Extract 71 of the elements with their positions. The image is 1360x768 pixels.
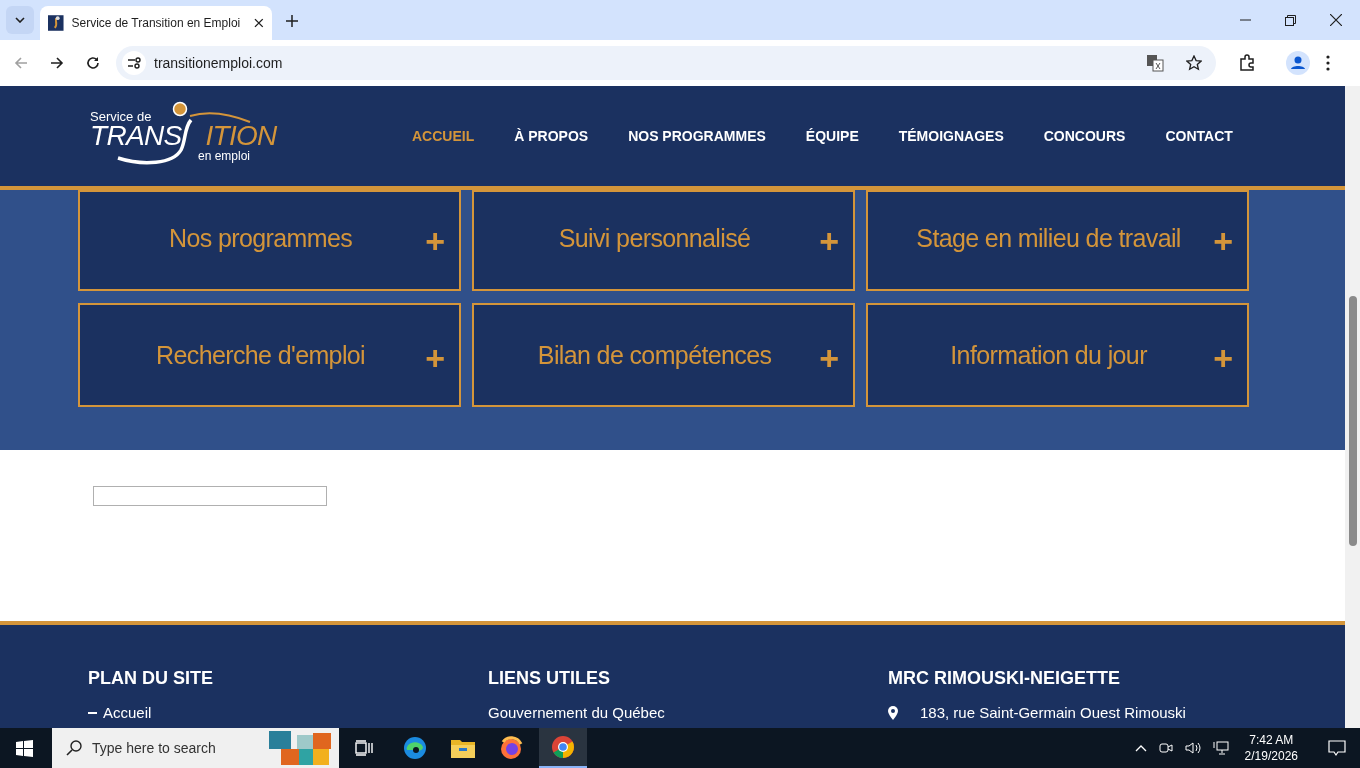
speaker-icon[interactable] xyxy=(1184,741,1201,755)
accordion-card[interactable]: Nos programmes + xyxy=(78,190,461,291)
chevron-up-icon[interactable] xyxy=(1134,744,1147,752)
forward-icon[interactable] xyxy=(50,56,64,70)
tab-title: Service de Transition en Emploi xyxy=(71,15,242,32)
nav-link[interactable]: CONTACT xyxy=(1165,125,1233,147)
restore-icon[interactable] xyxy=(1285,14,1296,26)
chrome-icon xyxy=(551,735,575,759)
site-logo[interactable]: Service de TRANS ITION en emploi xyxy=(88,100,288,172)
extensions-icon[interactable] xyxy=(1238,54,1256,72)
chevron-down-icon xyxy=(15,17,25,23)
close-icon[interactable] xyxy=(254,18,264,28)
back-icon[interactable] xyxy=(14,56,28,70)
folder-icon[interactable] xyxy=(451,738,475,758)
clock[interactable]: 7:42 AM 2/19/2026 xyxy=(1244,732,1298,764)
taskbar-search-field[interactable]: Type here to search xyxy=(52,728,339,768)
search-icon xyxy=(66,740,82,756)
menu-icon[interactable] xyxy=(1326,55,1330,71)
card-title: Bilan de compétences xyxy=(536,340,773,371)
card-title: Recherche d'emploi xyxy=(155,340,367,371)
expand-toggle[interactable]: + xyxy=(819,341,839,375)
expand-toggle[interactable]: + xyxy=(1213,224,1233,258)
edge-browser-icon[interactable] xyxy=(403,736,427,760)
nav-link[interactable]: À PROPOS xyxy=(514,125,589,147)
address-link[interactable]: 183, rue Saint-Germain Ouest Rimouski xyxy=(920,702,1186,725)
accordion-card[interactable]: Stage en milieu de travail + xyxy=(866,190,1249,291)
nav-link[interactable]: ÉQUIPE xyxy=(805,125,859,147)
star-icon[interactable] xyxy=(1186,55,1202,71)
task-view-icon[interactable] xyxy=(355,740,373,756)
accordion-card[interactable]: Information du jour + xyxy=(866,303,1249,407)
puzzle-pieces-icon xyxy=(269,729,331,767)
network-icon[interactable] xyxy=(1212,741,1229,755)
chrome-taskbar-button[interactable] xyxy=(539,728,587,768)
card-title: Suivi personnalisé xyxy=(557,223,752,254)
dash-icon xyxy=(88,712,97,715)
expand-toggle[interactable]: + xyxy=(819,224,839,258)
nav-link[interactable]: TÉMOIGNAGES xyxy=(898,125,1004,147)
url-text: transitionemploi.com xyxy=(154,53,283,73)
new-tab-icon[interactable] xyxy=(286,15,298,27)
accordion-card[interactable]: Recherche d'emploi + xyxy=(78,303,461,407)
accordion-card[interactable]: Suivi personnalisé + xyxy=(472,190,855,291)
expand-toggle[interactable]: + xyxy=(425,224,445,258)
translate-icon[interactable] xyxy=(1146,54,1164,72)
map-pin-icon xyxy=(888,706,898,721)
accordion-card[interactable]: Bilan de compétences + xyxy=(472,303,855,407)
address-bar[interactable]: transitionemploi.com xyxy=(116,46,1216,80)
card-title: Information du jour xyxy=(949,340,1149,371)
nav-link[interactable]: CONCOURS xyxy=(1043,125,1126,147)
browser-tab[interactable]: Service de Transition en Emploi xyxy=(40,6,272,40)
firefox-icon[interactable] xyxy=(499,736,523,760)
notifications-icon[interactable] xyxy=(1328,739,1346,757)
camera-icon[interactable] xyxy=(1158,741,1173,755)
site-favicon-icon xyxy=(48,15,64,31)
footer-heading: MRC RIMOUSKI-NEIGETTE xyxy=(888,667,1121,690)
windows-start-icon[interactable] xyxy=(16,739,33,757)
footer-link[interactable]: Gouvernement du Québec xyxy=(488,702,665,725)
tab-list-button[interactable] xyxy=(6,6,34,34)
profile-avatar-icon[interactable] xyxy=(1286,51,1310,75)
close-window-icon[interactable] xyxy=(1330,14,1342,26)
search-placeholder: Type here to search xyxy=(92,738,216,758)
card-title: Stage en milieu de travail xyxy=(915,223,1182,254)
nav-link[interactable]: NOS PROGRAMMES xyxy=(628,125,766,147)
expand-toggle[interactable]: + xyxy=(425,341,445,375)
card-title: Nos programmes xyxy=(168,223,354,254)
footer-heading: PLAN DU SITE xyxy=(88,667,214,690)
nav-link[interactable]: ACCUEIL xyxy=(412,125,475,147)
site-settings-icon[interactable] xyxy=(122,51,146,75)
reload-icon[interactable] xyxy=(86,56,100,70)
expand-toggle[interactable]: + xyxy=(1213,341,1233,375)
footer-heading: LIENS UTILES xyxy=(488,667,611,690)
footer-link[interactable]: Accueil xyxy=(103,702,152,725)
